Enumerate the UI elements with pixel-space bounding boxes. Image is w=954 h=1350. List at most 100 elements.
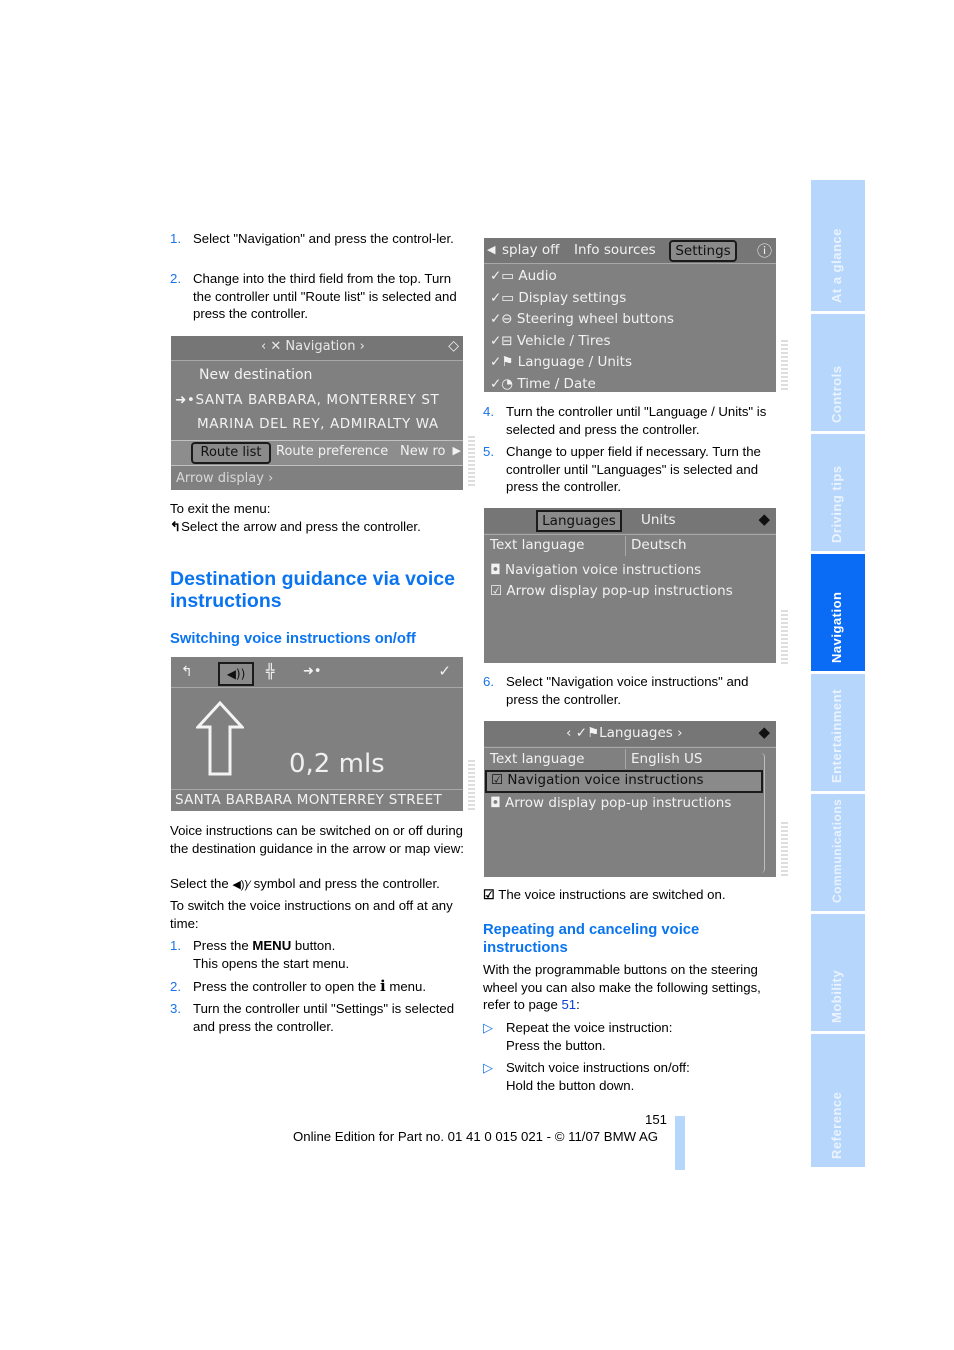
destination-icon: ➜• xyxy=(303,664,322,679)
image-code xyxy=(468,760,475,812)
bullet-triangle-icon: ▷ xyxy=(483,1020,494,1035)
option-nav-voice: ◘ Navigation voice instructions xyxy=(490,562,702,578)
paragraph-select-symbol: Select the ◀))⁄ symbol and press the con… xyxy=(170,876,440,891)
info-icon: i xyxy=(379,977,386,995)
arrow-display-screenshot: ↰ ◀)) ╬ ➜• ✓ 0,2 mls SANTA BARBARA MONTE… xyxy=(171,657,463,811)
languages-screenshot-before: Languages Units ◆ Text language Deutsch … xyxy=(484,508,776,663)
side-tab-at-a-glance[interactable]: At a glance xyxy=(811,180,865,311)
checkbox-checked-icon: ☑ xyxy=(491,772,508,788)
edition-text: Online Edition for Part no. 01 41 0 015 … xyxy=(293,1129,659,1144)
step-5: 5. Change to upper field if necessary. T… xyxy=(483,444,761,495)
menu-item-new-destination: New destination xyxy=(199,367,313,383)
settings-item-language: ✓⚑ Language / Units xyxy=(490,354,632,371)
tab-route-list: Route list xyxy=(191,442,271,464)
navigation-menu-screenshot: ‹ ✕ Navigation › ◇ New destination ➜•SAN… xyxy=(171,336,463,490)
image-code xyxy=(781,340,788,392)
voice-off-icon: ◀))⁄ xyxy=(232,879,250,891)
street-name: SANTA BARBARA MONTERREY STREET xyxy=(175,792,443,808)
voice-toggle-icon: ◀)) xyxy=(218,662,254,686)
distance-readout: 0,2 mls xyxy=(289,749,385,779)
text-language-value: Deutsch xyxy=(631,537,687,553)
languages-screenshot-after: ‹ ✓⚑Languages › ◆ Text language English … xyxy=(484,721,776,877)
switched-on-note: ☑ The voice instructions are switched on… xyxy=(483,887,726,902)
chevron-left-icon: ‹ xyxy=(261,339,271,354)
section-title: Destination guidance via voice instructi… xyxy=(170,568,455,612)
tab-info-sources: Info sources xyxy=(574,242,656,258)
controller-icon: ◆ xyxy=(758,510,770,528)
side-tab-navigation[interactable]: Navigation xyxy=(811,554,865,671)
paragraph-steering: With the programmable buttons on the ste… xyxy=(483,962,761,1013)
paragraph-voice-switch: Voice instructions can be switched on or… xyxy=(170,823,464,856)
text-language-label: Text language xyxy=(490,537,585,553)
step-menu-3: 3. Turn the controller until "Settings" … xyxy=(170,1001,455,1034)
subsection-title: Switching voice instructions on/off xyxy=(170,631,416,647)
settings-item-time: ✓◔ Time / Date xyxy=(490,375,596,392)
clock-icon: ✓◔ xyxy=(490,375,518,392)
menu-button-label: MENU xyxy=(252,938,292,953)
page-marker-bar xyxy=(675,1116,685,1170)
flag-icon: ✓⚑ xyxy=(575,725,600,741)
audio-icon: ✓▭ xyxy=(490,268,519,284)
image-code xyxy=(781,610,788,664)
side-tab-mobility[interactable]: Mobility xyxy=(811,914,865,1031)
tab-display-off: splay off xyxy=(502,242,560,258)
arrow-display-link: Arrow display › xyxy=(176,471,274,486)
bullet-repeat: ▷ Repeat the voice instruction: Press the… xyxy=(483,1020,673,1053)
side-tab-controls[interactable]: Controls xyxy=(811,314,865,431)
side-tab-driving-tips[interactable]: Driving tips xyxy=(811,434,865,551)
scroll-indicator xyxy=(761,753,765,873)
side-tab-entertainment[interactable]: Entertainment xyxy=(811,674,865,791)
step-menu-1: 1. Press the MENU button. This opens the … xyxy=(170,938,350,971)
flag-icon: ✓⚑ xyxy=(490,354,518,371)
scroll-left-icon: ◀ xyxy=(487,243,496,256)
exit-instruction: ↰Select the arrow and press the controll… xyxy=(170,519,421,534)
settings-menu-screenshot: ◀ splay off Info sources Settings ⓘ ✓▭ A… xyxy=(484,238,776,392)
exit-label: To exit the menu: xyxy=(170,501,271,516)
image-code xyxy=(468,436,475,488)
tab-new-route: New ro xyxy=(400,444,446,459)
settings-list: ✓▭ Audio ✓▭ Display settings ✓⊖ Steering… xyxy=(490,266,674,392)
tab-settings: Settings xyxy=(669,240,737,262)
chevron-right-icon: › xyxy=(672,725,683,741)
option-arrow-popup: ◘ Arrow display pop-up instructions xyxy=(490,795,732,811)
back-icon: ↰ xyxy=(181,664,193,680)
chevron-left-icon: ‹ xyxy=(566,725,576,741)
paragraph-anytime: To switch the voice instructions on and … xyxy=(170,898,453,931)
bullet-triangle-icon: ▷ xyxy=(483,1060,494,1075)
checkbox-checked-icon: ☑ xyxy=(490,583,507,599)
languages-header: ‹ ✓⚑Languages › xyxy=(566,725,683,741)
page-number: 151 xyxy=(644,1112,667,1127)
nav-header: ‹ ✕ Navigation › xyxy=(261,339,365,354)
back-arrow-icon: ↰ xyxy=(170,519,182,534)
controller-icon: ◆ xyxy=(758,723,770,741)
settings-item-steering: ✓⊖ Steering wheel buttons xyxy=(490,311,674,328)
step-menu-2: 2. Press the controller to open the i me… xyxy=(170,977,426,995)
tab-languages: Languages xyxy=(536,510,622,532)
chevron-right-icon: › xyxy=(355,339,365,354)
step-2: 2. Change into the third field from the … xyxy=(170,271,457,322)
step-4: 4. Turn the controller until "Language /… xyxy=(483,404,767,437)
image-code xyxy=(781,822,788,876)
settings-item-audio: ✓▭ Audio xyxy=(490,268,557,284)
satellite-icon: ✕ xyxy=(270,339,286,354)
tab-units: Units xyxy=(641,512,676,528)
side-tab-reference[interactable]: Reference xyxy=(811,1034,865,1167)
option-nav-voice: ☑ Navigation voice instructions xyxy=(491,772,704,788)
checkbox-unchecked-icon: ◘ xyxy=(490,562,505,578)
checkbox-checked-icon: ☑ xyxy=(483,887,495,902)
steering-wheel-icon: ✓⊖ xyxy=(490,311,517,328)
display-icon: ✓▭ xyxy=(490,289,519,306)
current-destination-icon: ➜• xyxy=(175,392,196,408)
settings-item-display: ✓▭ Display settings xyxy=(490,289,627,306)
menu-item-destination-1: ➜•SANTA BARBARA, MONTERREY ST xyxy=(175,392,440,408)
side-tab-communications[interactable]: Communications xyxy=(811,794,865,911)
page-link[interactable]: 51 xyxy=(561,997,576,1012)
check-icon: ✓ xyxy=(438,662,451,680)
controller-icon: ◇ xyxy=(448,338,459,354)
option-arrow-popup: ☑ Arrow display pop-up instructions xyxy=(490,583,733,599)
info-controller-icon: ⓘ xyxy=(756,242,772,260)
text-language-label: Text language xyxy=(490,751,585,767)
step-1: 1. Select "Navigation" and press the con… xyxy=(170,231,454,246)
step-6: 6. Select "Navigation voice instructions… xyxy=(483,674,749,707)
text-language-value: English US xyxy=(631,751,703,767)
